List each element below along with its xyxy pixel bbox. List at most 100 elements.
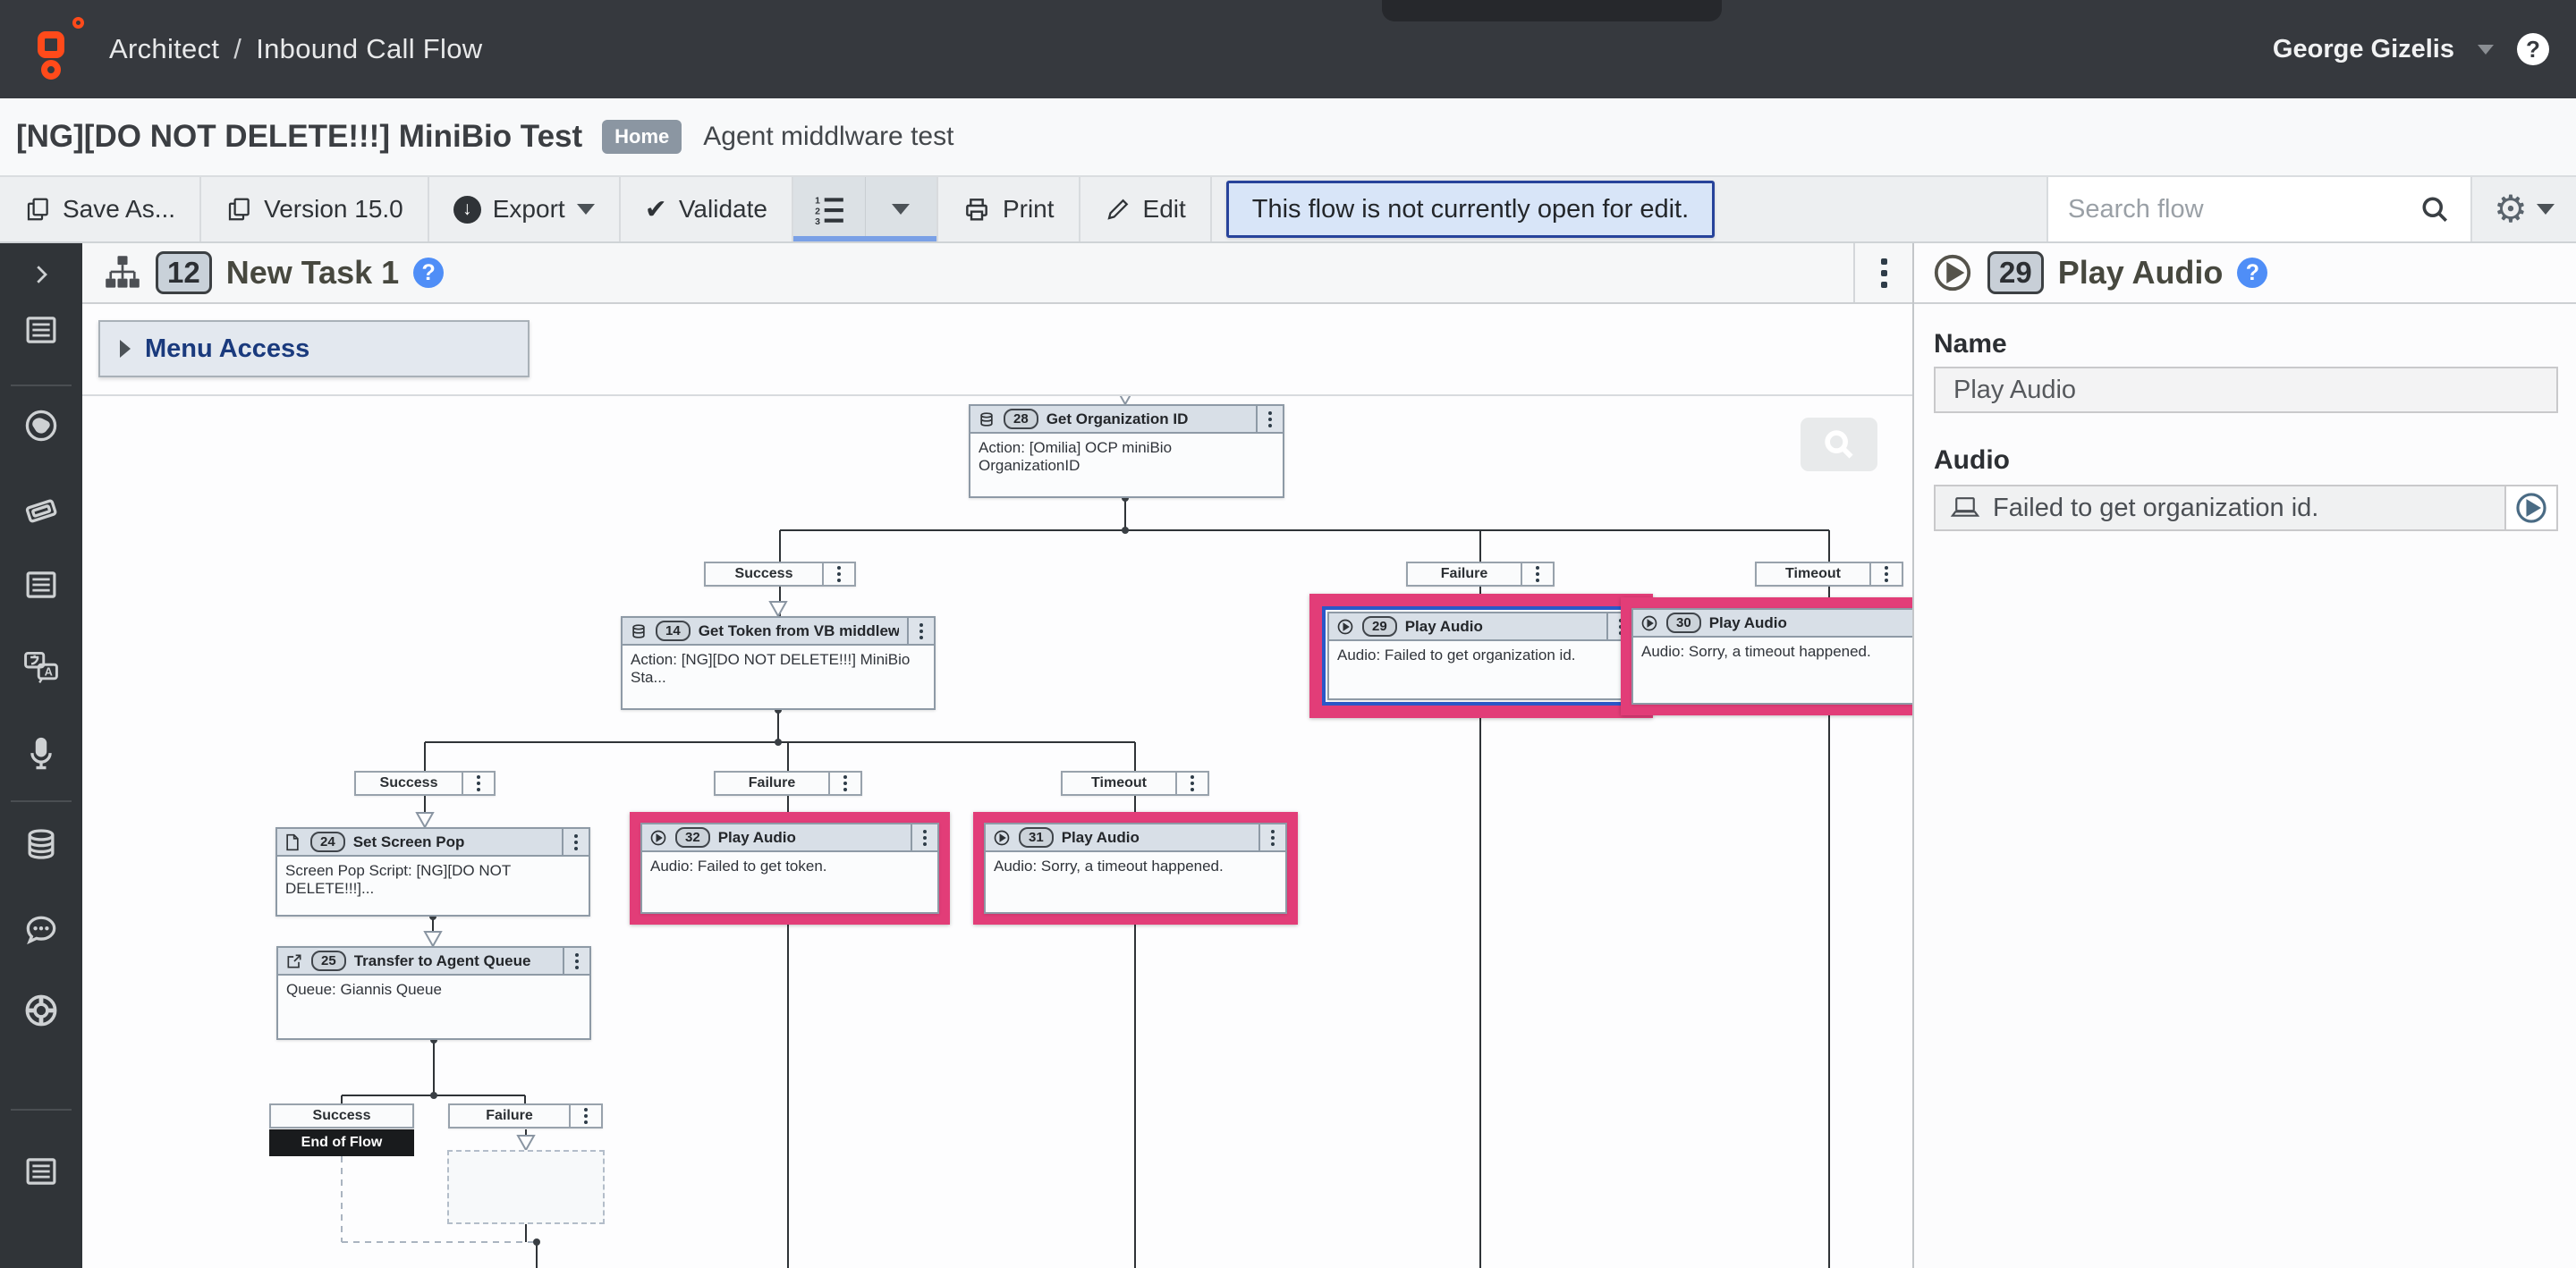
node-menu-kebab[interactable] [1256, 406, 1283, 432]
task-help-icon[interactable]: ? [413, 258, 444, 288]
branch-label-timeout[interactable]: Timeout [1061, 771, 1209, 796]
sequence-view-group: 1 2 3 [793, 177, 938, 241]
node-number-badge: 32 [675, 827, 710, 848]
breadcrumb-app[interactable]: Architect [109, 33, 219, 64]
data-action-icon [978, 410, 996, 428]
search-icon[interactable] [2419, 193, 2451, 225]
node-number-badge: 25 [311, 951, 346, 971]
play-audio-icon [1336, 618, 1354, 636]
reusable-tasks-icon[interactable] [21, 310, 61, 350]
branch-label-failure[interactable]: Failure [1406, 562, 1555, 587]
branch-menu-kebab[interactable] [569, 1105, 601, 1127]
home-badge: Home [602, 120, 682, 154]
branch-label-success[interactable]: Success [704, 562, 856, 587]
audio-field[interactable]: Failed to get organization id. [1934, 485, 2506, 531]
transfer-icon [285, 952, 303, 970]
node-number-badge: 24 [310, 832, 345, 852]
chevron-down-icon[interactable] [2478, 45, 2494, 55]
panel-title: Play Audio [2058, 254, 2224, 292]
flow-node-29[interactable]: 29 Play Audio Audio: Failed to get organ… [1327, 612, 1635, 700]
flow-node-14[interactable]: 14 Get Token from VB middleware Action: … [621, 616, 936, 710]
edit-button[interactable]: Edit [1080, 177, 1212, 241]
audio-play-button[interactable] [2506, 485, 2558, 531]
search-flow-input[interactable] [2068, 195, 2419, 224]
branch-label-failure[interactable]: Failure [714, 771, 862, 796]
node-number-badge: 31 [1019, 827, 1054, 848]
branch-menu-kebab[interactable] [1869, 563, 1902, 585]
view-options-caret-button[interactable] [865, 177, 936, 241]
support-lifesaver-icon[interactable] [21, 991, 61, 1030]
expand-sidebar-icon[interactable] [21, 255, 61, 294]
flow-node-30[interactable]: 30 Play Audio Audio: Sorry, a timeout ha… [1631, 608, 1914, 705]
flow-node-24[interactable]: 24 Set Screen Pop Screen Pop Script: [NG… [275, 827, 590, 917]
flow-node-31[interactable]: 31 Play Audio Audio: Sorry, a timeout ha… [984, 823, 1287, 914]
branch-menu-kebab[interactable] [828, 773, 860, 794]
node-menu-kebab[interactable] [562, 829, 589, 855]
flow-node-25[interactable]: 25 Transfer to Agent Queue Queue: Gianni… [276, 946, 591, 1040]
node-number-badge: 30 [1666, 613, 1701, 633]
flow-canvas[interactable]: 28 Get Organization ID Action: [Omilia] … [82, 396, 1912, 1268]
flow-node-28[interactable]: 28 Get Organization ID Action: [Omilia] … [969, 404, 1284, 498]
task-menu-kebab[interactable] [1853, 243, 1912, 302]
menu-access-panel[interactable]: Menu Access [98, 320, 530, 377]
help-icon[interactable]: ? [2517, 33, 2549, 65]
microphone-icon[interactable] [21, 734, 61, 773]
breadcrumb: Architect/Inbound Call Flow [109, 33, 482, 65]
user-menu[interactable]: George Gizelis [2273, 35, 2454, 64]
user-area: George Gizelis ? [2273, 0, 2549, 98]
node-number-badge: 29 [1362, 616, 1397, 637]
name-label: Name [1934, 329, 2007, 359]
chevron-down-icon [577, 204, 595, 215]
branch-menu-kebab[interactable] [822, 563, 854, 585]
collapse-arrow-icon [120, 340, 131, 358]
print-button[interactable]: Print [938, 177, 1080, 241]
branch-menu-kebab[interactable] [1521, 563, 1553, 585]
settings-button[interactable]: ⚙ [2470, 177, 2576, 241]
task-title: New Task 1 [226, 254, 399, 292]
search-highlight: 29 Play Audio Audio: Failed to get organ… [1309, 594, 1653, 718]
node-menu-kebab[interactable] [563, 948, 589, 974]
flow-title-bar: [NG][DO NOT DELETE!!!] MiniBio Test Home… [0, 98, 2576, 175]
branch-label-timeout[interactable]: Timeout [1755, 562, 1903, 587]
versions-icon [225, 196, 252, 223]
chat-icon[interactable] [21, 910, 61, 950]
printer-icon [962, 195, 991, 224]
workflow-tree-icon [104, 255, 141, 291]
panel-help-icon[interactable]: ? [2237, 258, 2267, 288]
svg-text:2: 2 [815, 206, 820, 216]
save-as-button[interactable]: Save As... [0, 177, 201, 241]
node-menu-kebab[interactable] [907, 618, 934, 644]
branch-menu-kebab[interactable] [1175, 773, 1208, 794]
node-menu-kebab[interactable] [1258, 824, 1285, 850]
globe-icon[interactable] [21, 406, 61, 445]
language-translate-icon[interactable]: A [21, 647, 61, 687]
branch-label-success[interactable]: Success [269, 1103, 414, 1129]
search-highlight: 32 Play Audio Audio: Failed to get token… [630, 812, 950, 925]
name-field[interactable]: Play Audio [1934, 367, 2558, 413]
search-flow-box [2046, 177, 2470, 241]
version-button[interactable]: Version 15.0 [201, 177, 429, 241]
search-highlight: 30 Play Audio Audio: Sorry, a timeout ha… [1621, 597, 1925, 715]
svg-text:A: A [45, 665, 53, 679]
flow-node-32[interactable]: 32 Play Audio Audio: Failed to get token… [640, 823, 939, 914]
breadcrumb-flow-type: Inbound Call Flow [256, 33, 482, 64]
numbered-list-button[interactable]: 1 2 3 [793, 177, 865, 241]
notes-icon[interactable] [21, 1152, 61, 1191]
task-list-icon[interactable] [21, 565, 61, 604]
script-tag-icon[interactable] [21, 491, 61, 530]
export-button[interactable]: ↓ Export [429, 177, 621, 241]
branch-label-failure[interactable]: Failure [448, 1103, 603, 1129]
branch-label-success[interactable]: Success [354, 771, 496, 796]
copy-icon [24, 196, 51, 223]
audio-field-row: Failed to get organization id. [1934, 485, 2558, 531]
canvas-zoom-button[interactable] [1801, 418, 1877, 471]
empty-drop-placeholder[interactable] [447, 1150, 605, 1224]
svg-text:3: 3 [815, 216, 820, 226]
selection-ring: 29 Play Audio Audio: Failed to get organ… [1322, 606, 1640, 706]
data-icon[interactable] [21, 824, 61, 864]
chevron-down-icon [892, 204, 910, 215]
validate-button[interactable]: ✔ Validate [621, 177, 793, 241]
node-menu-kebab[interactable] [911, 824, 937, 850]
branch-menu-kebab[interactable] [462, 773, 494, 794]
end-of-flow-terminal: End of Flow [269, 1129, 414, 1156]
